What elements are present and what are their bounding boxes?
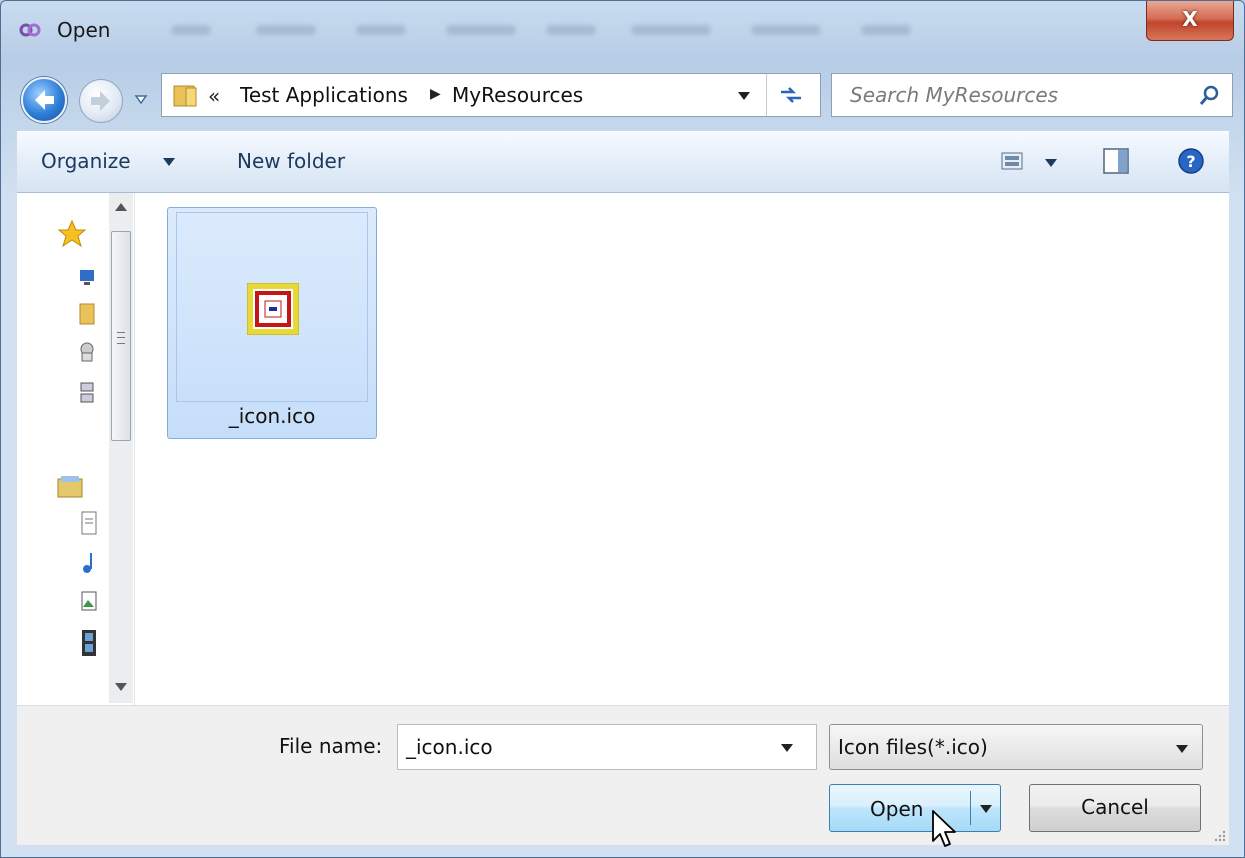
folder-icon	[173, 85, 197, 107]
recent-places-icon[interactable]	[79, 341, 95, 363]
ico-file-thumbnail-icon	[247, 283, 299, 335]
breadcrumb-test-applications[interactable]: Test Applications	[240, 83, 408, 107]
blurred-menu-hint	[256, 25, 316, 35]
breadcrumb-overflow-chevron[interactable]: «	[208, 84, 220, 108]
scroll-grip	[117, 332, 125, 344]
search-icon[interactable]	[1198, 83, 1222, 107]
file-type-select[interactable]: Icon files(*.ico)	[829, 724, 1203, 770]
scroll-up-icon[interactable]	[115, 203, 127, 211]
network-icon[interactable]	[79, 381, 95, 405]
search-input[interactable]: Search MyResources	[850, 83, 1058, 107]
videos-icon[interactable]	[81, 629, 97, 657]
back-arrow-icon	[35, 90, 54, 110]
open-button-label: Open	[870, 797, 924, 821]
open-options-dropdown-icon[interactable]	[980, 805, 992, 813]
mouse-cursor-icon	[932, 810, 956, 847]
breadcrumb-myresources[interactable]: MyResources	[452, 83, 583, 107]
blurred-menu-hint	[861, 25, 911, 35]
organize-button[interactable]: Organize	[41, 149, 131, 173]
file-type-value: Icon files(*.ico)	[838, 735, 988, 759]
open-split-divider	[970, 791, 971, 825]
pictures-icon[interactable]	[81, 591, 97, 611]
app-logo-icon	[19, 23, 41, 37]
svg-text:?: ?	[1186, 152, 1195, 171]
navigation-pane	[17, 193, 135, 705]
organize-dropdown-icon[interactable]	[163, 158, 175, 166]
breadcrumb-separator-icon[interactable]: ▶	[430, 86, 441, 102]
dialog-footer: File name: _icon.ico Icon files(*.ico) O…	[17, 705, 1229, 845]
scroll-thumb[interactable]	[111, 231, 131, 441]
close-button[interactable]: X	[1146, 1, 1234, 41]
refresh-icon[interactable]	[778, 82, 804, 108]
blurred-menu-hint	[631, 25, 711, 35]
recent-locations-dropdown-icon[interactable]	[134, 93, 148, 105]
blurred-menu-hint	[546, 25, 596, 35]
window-title: Open	[57, 18, 111, 42]
file-list-pane[interactable]: _icon.ico	[135, 193, 1229, 705]
downloads-folder-icon[interactable]	[79, 303, 95, 325]
preview-pane-icon[interactable]	[1103, 148, 1129, 174]
file-name-label: File name:	[279, 734, 383, 758]
file-thumbnail-frame	[176, 212, 368, 402]
search-box[interactable]: Search MyResources	[831, 73, 1233, 117]
desktop-icon[interactable]	[79, 269, 95, 287]
command-bar: Organize New folder ?	[17, 131, 1229, 193]
file-name-dropdown-icon[interactable]	[781, 744, 793, 752]
help-icon[interactable]: ?	[1177, 147, 1205, 175]
cancel-button[interactable]: Cancel	[1029, 784, 1201, 832]
forward-arrow-icon	[91, 91, 110, 111]
file-name-label: _icon.ico	[228, 404, 316, 428]
blurred-menu-hint	[171, 25, 211, 35]
address-dropdown-icon[interactable]	[738, 92, 750, 100]
nav-scrollbar[interactable]	[109, 193, 133, 703]
back-button[interactable]	[21, 77, 67, 123]
blurred-menu-hint	[751, 25, 821, 35]
open-file-dialog: Open X « Test Applications ▶ MyResources	[0, 0, 1245, 858]
new-folder-button[interactable]: New folder	[237, 149, 345, 173]
forward-button[interactable]	[79, 79, 123, 123]
blurred-menu-hint	[446, 25, 516, 35]
file-type-dropdown-icon[interactable]	[1176, 745, 1188, 753]
libraries-icon[interactable]	[57, 475, 83, 499]
file-name-input[interactable]: _icon.ico	[397, 724, 817, 770]
views-dropdown-icon[interactable]	[1045, 159, 1057, 167]
address-bar[interactable]: « Test Applications ▶ MyResources	[161, 73, 821, 117]
address-separator	[766, 74, 767, 116]
music-icon[interactable]	[81, 551, 97, 575]
documents-icon[interactable]	[81, 511, 97, 535]
scroll-down-icon[interactable]	[115, 683, 127, 691]
change-view-icon[interactable]	[1001, 152, 1023, 170]
favorites-star-icon[interactable]	[57, 219, 87, 249]
open-button[interactable]: Open	[829, 784, 1001, 832]
resize-grip-icon[interactable]	[1211, 827, 1227, 843]
blurred-menu-hint	[356, 25, 406, 35]
file-item[interactable]: _icon.ico	[167, 207, 377, 439]
